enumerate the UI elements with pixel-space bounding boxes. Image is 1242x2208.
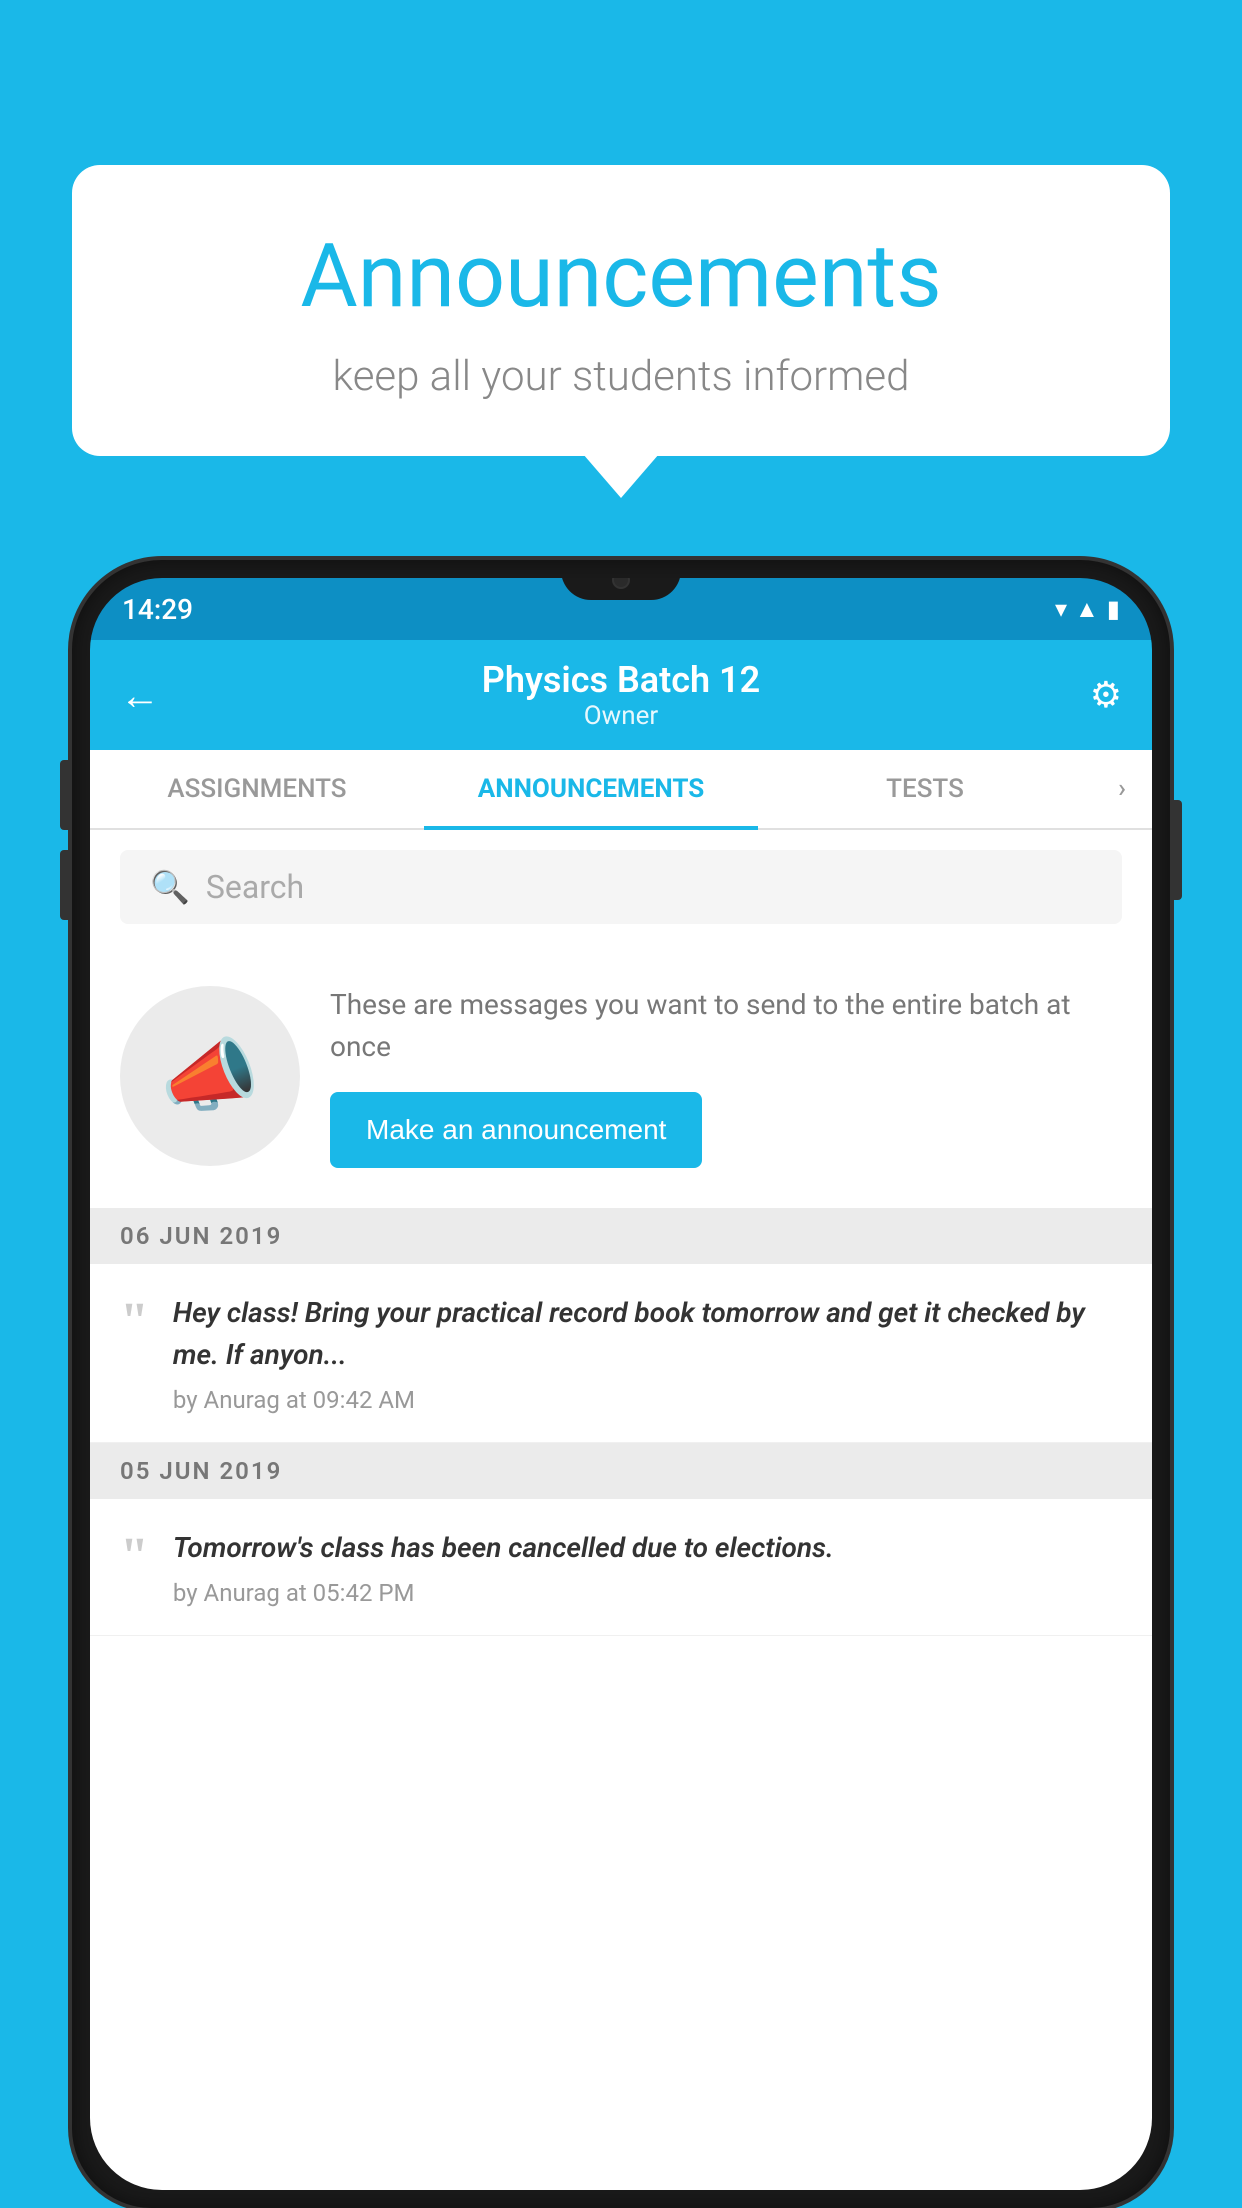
status-bar: 14:29 ▾ ▲ ▮ — [90, 578, 1152, 640]
app-header: ← Physics Batch 12 Owner ⚙ — [90, 640, 1152, 750]
tab-tests[interactable]: TESTS — [758, 750, 1092, 828]
speech-bubble-section: Announcements keep all your students inf… — [72, 165, 1170, 456]
tab-announcements[interactable]: ANNOUNCEMENTS — [424, 750, 758, 828]
status-time: 14:29 — [122, 593, 193, 626]
bubble-subtitle: keep all your students informed — [132, 352, 1110, 401]
camera — [612, 578, 630, 589]
megaphone-icon: 📣 — [160, 1029, 260, 1123]
search-bar[interactable]: 🔍 Search — [120, 850, 1122, 924]
announcement-description: These are messages you want to send to t… — [330, 984, 1122, 1068]
quote-icon-2: " — [120, 1531, 149, 1583]
quote-icon-1: " — [120, 1296, 149, 1348]
signal-icon: ▲ — [1075, 595, 1099, 624]
header-title-section: Physics Batch 12 Owner — [482, 659, 760, 731]
tab-more[interactable]: › — [1092, 750, 1152, 828]
announcement-item-1[interactable]: " Hey class! Bring your practical record… — [90, 1264, 1152, 1443]
power-button — [1170, 800, 1182, 900]
date-divider-1: 06 JUN 2019 — [90, 1208, 1152, 1264]
back-button[interactable]: ← — [120, 672, 160, 719]
phone-mockup: 14:29 ▾ ▲ ▮ ← Physics Batch 12 Owner ⚙ — [72, 560, 1170, 2208]
batch-name: Physics Batch 12 — [482, 659, 760, 701]
volume-down-button — [60, 850, 72, 920]
megaphone-circle: 📣 — [120, 986, 300, 1166]
announcement-text-2: Tomorrow's class has been cancelled due … — [173, 1527, 1122, 1607]
phone-inner: 14:29 ▾ ▲ ▮ ← Physics Batch 12 Owner ⚙ — [90, 578, 1152, 2190]
search-icon: 🔍 — [150, 868, 190, 906]
search-placeholder: Search — [206, 868, 304, 906]
status-icons: ▾ ▲ ▮ — [1055, 595, 1120, 624]
battery-icon: ▮ — [1107, 595, 1120, 623]
announcement-empty-state: 📣 These are messages you want to send to… — [90, 944, 1152, 1208]
announcement-meta-1: by Anurag at 09:42 AM — [173, 1386, 1122, 1414]
volume-up-button — [60, 760, 72, 830]
wifi-icon: ▾ — [1055, 595, 1067, 623]
announcement-message-2: Tomorrow's class has been cancelled due … — [173, 1527, 1122, 1569]
bubble-title: Announcements — [132, 225, 1110, 328]
date-divider-2: 05 JUN 2019 — [90, 1443, 1152, 1499]
notch — [561, 578, 681, 600]
speech-bubble-card: Announcements keep all your students inf… — [72, 165, 1170, 456]
announcement-message-1: Hey class! Bring your practical record b… — [173, 1292, 1122, 1376]
make-announcement-button[interactable]: Make an announcement — [330, 1092, 702, 1168]
phone-screen: 🔍 Search 📣 These are messages you want t… — [90, 830, 1152, 2190]
tabs-container: ASSIGNMENTS ANNOUNCEMENTS TESTS › — [90, 750, 1152, 830]
settings-button[interactable]: ⚙ — [1090, 674, 1122, 716]
announcement-meta-2: by Anurag at 05:42 PM — [173, 1579, 1122, 1607]
search-container: 🔍 Search — [90, 830, 1152, 944]
announcement-item-2[interactable]: " Tomorrow's class has been cancelled du… — [90, 1499, 1152, 1636]
batch-role: Owner — [482, 701, 760, 731]
tab-assignments[interactable]: ASSIGNMENTS — [90, 750, 424, 828]
announcement-info: These are messages you want to send to t… — [330, 984, 1122, 1168]
phone-outer: 14:29 ▾ ▲ ▮ ← Physics Batch 12 Owner ⚙ — [72, 560, 1170, 2208]
announcement-text-1: Hey class! Bring your practical record b… — [173, 1292, 1122, 1414]
